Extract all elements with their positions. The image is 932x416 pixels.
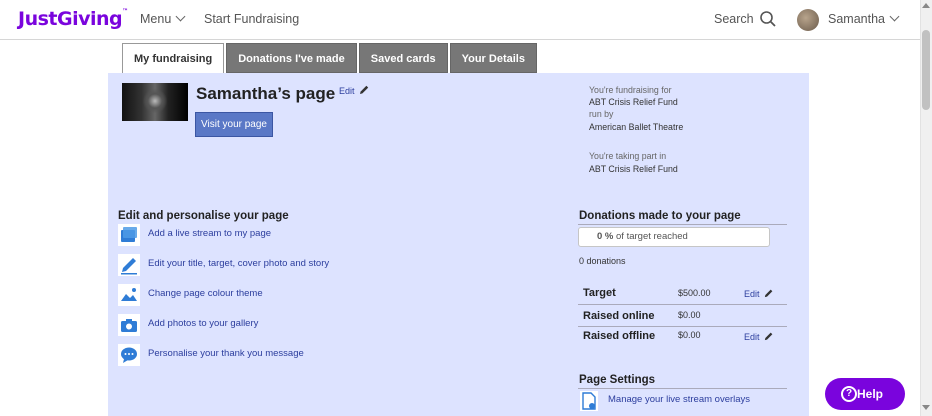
logo-text: JustGiving <box>18 8 123 30</box>
page-title: Samantha’s page <box>196 84 336 103</box>
divider <box>578 224 787 225</box>
pencil-icon <box>118 254 140 276</box>
progress-percent: 0 % <box>597 231 614 242</box>
manage-live-stream-overlays-link[interactable]: Manage your live stream overlays <box>608 394 750 405</box>
donations-heading: Donations made to your page <box>579 210 741 222</box>
menu-label: Menu <box>140 12 172 26</box>
help-button[interactable]: Help <box>825 378 905 410</box>
pencil-icon[interactable] <box>763 288 774 299</box>
start-fundraising-link[interactable]: Start Fundraising <box>204 12 299 26</box>
raised-online-value: $0.00 <box>678 310 701 320</box>
action-label: Add photos to your gallery <box>148 318 259 329</box>
scrollbar-thumb[interactable] <box>922 30 930 110</box>
logo-trademark: ™ <box>122 8 128 15</box>
scroll-down-arrow-icon[interactable] <box>922 405 930 410</box>
search-link[interactable]: Search <box>714 12 754 26</box>
action-label: Change page colour theme <box>148 288 263 299</box>
live-stream-icon <box>118 224 140 246</box>
target-value: $500.00 <box>678 288 711 298</box>
chat-icon <box>118 344 140 366</box>
scroll-up-arrow-icon[interactable] <box>922 3 930 8</box>
action-label: Edit your title, target, cover photo and… <box>148 258 330 269</box>
divider <box>578 304 787 305</box>
edit-page-title-link[interactable]: Edit <box>339 86 355 96</box>
tab-your-details[interactable]: Your Details <box>449 43 537 73</box>
avatar[interactable] <box>797 9 819 31</box>
fundraising-for-label: You're fundraising for <box>589 85 672 95</box>
camera-icon <box>118 314 140 336</box>
raised-online-label: Raised online <box>583 310 655 322</box>
run-by-value: American Ballet Theatre <box>589 122 684 132</box>
run-by-label: run by <box>589 109 614 119</box>
pencil-icon[interactable] <box>358 84 370 96</box>
visit-your-page-button[interactable]: Visit your page <box>195 112 273 137</box>
donations-count: 0 donations <box>579 256 626 266</box>
divider <box>578 388 787 389</box>
taking-part-label: You're taking part in <box>589 151 667 161</box>
edit-target-link[interactable]: Edit <box>744 289 760 299</box>
chevron-down-icon <box>889 11 900 22</box>
tab-my-fundraising[interactable]: My fundraising <box>122 43 225 74</box>
tab-donations-made[interactable]: Donations I've made <box>226 43 357 73</box>
action-label: Add a live stream to my page <box>148 228 272 239</box>
action-label: Personalise your thank you message <box>148 348 304 359</box>
progress-suffix: of target reached <box>616 231 688 242</box>
raised-offline-label: Raised offline <box>583 330 656 342</box>
chevron-down-icon <box>175 11 186 22</box>
menu-button[interactable]: Menu <box>140 11 186 26</box>
pencil-icon[interactable] <box>763 331 774 342</box>
page-cover-thumbnail[interactable] <box>122 83 188 121</box>
divider <box>578 326 787 327</box>
edit-offline-link[interactable]: Edit <box>744 332 760 342</box>
account-tabs: My fundraising Donations I've made Saved… <box>122 43 539 74</box>
tab-saved-cards[interactable]: Saved cards <box>358 43 448 73</box>
image-icon <box>118 284 140 306</box>
user-name: Samantha <box>828 12 885 26</box>
raised-offline-value: $0.00 <box>678 330 701 340</box>
question-mark-icon: ? <box>841 386 857 402</box>
page-settings-heading: Page Settings <box>579 374 656 386</box>
document-settings-icon <box>580 391 598 411</box>
target-label: Target <box>583 287 616 299</box>
fundraising-for-value: ABT Crisis Relief Fund <box>589 97 678 107</box>
justgiving-logo[interactable]: JustGiving™ <box>18 8 128 30</box>
taking-part-value: ABT Crisis Relief Fund <box>589 164 678 174</box>
user-menu-button[interactable]: Samantha <box>828 11 900 26</box>
search-icon[interactable] <box>759 10 777 28</box>
personalise-heading: Edit and personalise your page <box>118 210 289 222</box>
target-progress-bar: 0 % of target reached <box>578 227 770 247</box>
top-nav-bar <box>0 0 920 40</box>
